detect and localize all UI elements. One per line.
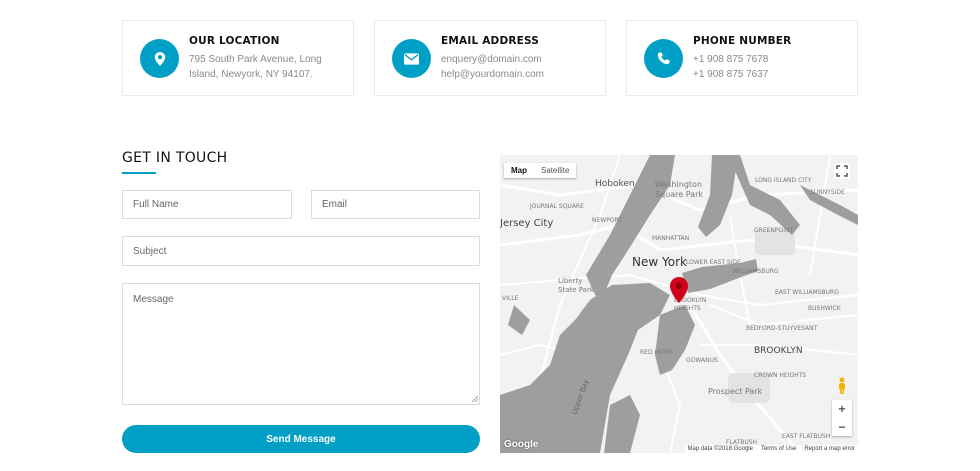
- map-label-newport: NEWPORT: [592, 217, 622, 224]
- map-label-long-island-city: LONG ISLAND CITY: [755, 177, 812, 184]
- card-title: OUR LOCATION: [189, 35, 280, 47]
- resize-grip-icon[interactable]: [472, 396, 478, 402]
- map-label-journal-square: JOURNAL SQUARE: [530, 203, 584, 210]
- message-textarea[interactable]: [122, 283, 480, 405]
- send-message-button[interactable]: Send Message: [122, 425, 480, 453]
- map-label-east-williamsburg: EAST WILLIAMSBURG: [775, 289, 839, 296]
- map-type-map-button[interactable]: Map: [504, 163, 534, 178]
- street-view-pegman-icon[interactable]: [836, 377, 848, 395]
- heading-underline: [122, 172, 156, 174]
- map-label-crown-heights: CROWN HEIGHTS: [754, 372, 807, 379]
- zoom-out-button[interactable]: −: [832, 418, 852, 436]
- address-line-2: Island, Newyork, NY 94107.: [189, 69, 313, 80]
- map-label-sunnyside: SUNNYSIDE: [810, 189, 845, 196]
- map-label-jersey-city: Jersey City: [500, 218, 554, 229]
- terms-of-use-link[interactable]: Terms of Use: [761, 446, 796, 452]
- map-label-brooklyn: BROOKLYN: [754, 346, 803, 356]
- map-label-manhattan: MANHATTAN: [652, 235, 690, 242]
- address-line-1: 795 South Park Avenue, Long: [189, 54, 322, 65]
- map-label-greenpoint: GREENPOINT: [754, 227, 794, 234]
- map-marker-pin-icon[interactable]: [670, 277, 688, 303]
- map-label-red-hook: RED HOOK: [640, 349, 673, 356]
- envelope-icon: [392, 39, 431, 78]
- map-label-new-york: New York: [632, 255, 687, 269]
- form-heading: GET IN TOUCH: [122, 150, 228, 166]
- map-label-liberty-state-park: Liberty State Park: [558, 277, 594, 294]
- phone-line-2[interactable]: +1 908 875 7637: [693, 67, 791, 82]
- zoom-control: + −: [832, 400, 852, 436]
- email-line-2[interactable]: help@yourdomain.com: [441, 67, 544, 82]
- map-data-credit: Map data ©2018 Google: [687, 446, 753, 452]
- phone-card: PHONE NUMBER +1 908 875 7678 +1 908 875 …: [626, 20, 858, 96]
- subject-input[interactable]: [122, 236, 480, 266]
- map-label-williamsburg: WILLIAMSBURG: [732, 268, 779, 275]
- map-label-hoboken: Hoboken: [595, 179, 635, 189]
- map-label-prospect-park: Prospect Park: [708, 387, 763, 396]
- map-type-control: Map Satellite: [504, 163, 577, 178]
- fullscreen-icon[interactable]: [834, 163, 850, 179]
- card-title: EMAIL ADDRESS: [441, 35, 540, 47]
- map-marker-icon: [140, 39, 179, 78]
- email-input[interactable]: [311, 190, 480, 219]
- map-label-washington-square: Washington Square Park: [655, 180, 703, 199]
- card-title: PHONE NUMBER: [693, 35, 792, 47]
- map-label-bedford-stuyvesant: BEDFORD-STUYVESANT: [746, 325, 818, 332]
- phone-icon: [644, 39, 683, 78]
- zoom-in-button[interactable]: +: [832, 400, 852, 418]
- phone-line-1[interactable]: +1 908 875 7678: [693, 52, 791, 67]
- report-map-error-link[interactable]: Report a map error: [804, 446, 855, 452]
- google-map[interactable]: Hoboken Washington Square Park Jersey Ci…: [500, 155, 858, 453]
- full-name-input[interactable]: [122, 190, 292, 219]
- email-line-1[interactable]: enquery@domain.com: [441, 52, 544, 67]
- map-label-lower-east-side: LOWER EAST SIDE: [686, 259, 741, 266]
- map-label-bushwick: BUSHWICK: [808, 305, 841, 312]
- map-type-satellite-button[interactable]: Satellite: [534, 163, 576, 178]
- google-logo: Google: [504, 439, 539, 450]
- map-label-ville: VILLE: [502, 295, 519, 302]
- map-label-gowanus: GOWANUS: [686, 357, 718, 364]
- location-card: OUR LOCATION 795 South Park Avenue, Long…: [122, 20, 354, 96]
- email-card: EMAIL ADDRESS enquery@domain.com help@yo…: [374, 20, 606, 96]
- map-label-east-flatbush: EAST FLATBUSH: [782, 433, 831, 440]
- map-attribution: Map data ©2018 Google Terms of Use Repor…: [684, 445, 858, 453]
